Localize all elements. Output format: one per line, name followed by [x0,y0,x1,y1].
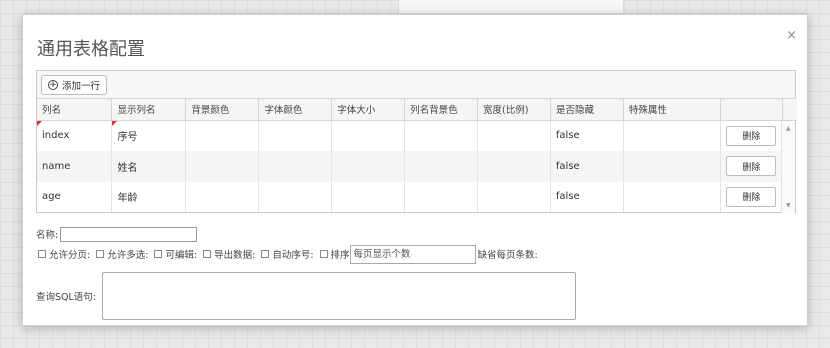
delete-row-button[interactable]: 删除 [726,156,777,177]
cell-font-size[interactable] [331,181,406,212]
table-row[interactable]: age 年龄 false 删除 [37,181,783,212]
checkbox[interactable] [38,250,46,258]
cell-display-name[interactable]: 年龄 [111,181,187,212]
cell-special[interactable] [623,151,722,182]
column-header[interactable]: 宽度(比例) [477,99,551,121]
table-config-dialog: 通用表格配置 × + 添加一行 列名 显示列名 背景颜色 字体颜色 字体大小 列… [22,14,808,326]
background-panel [398,0,624,14]
option-label: 自动序号: [272,250,314,261]
cell-background-color[interactable] [185,120,260,151]
column-header[interactable]: 列名 [37,99,113,121]
table-row[interactable]: name 姓名 false 删除 [37,151,783,182]
option-editable[interactable]: 可编辑: [152,247,197,261]
cell-special[interactable] [623,120,722,151]
column-header[interactable]: 显示列名 [111,99,187,121]
column-header[interactable]: 列名背景色 [404,99,479,121]
cell-font-color[interactable] [258,151,333,182]
option-label: 排序 [330,250,350,261]
scroll-up-icon[interactable]: ▲ [786,125,791,132]
cell-action: 删除 [720,181,783,212]
cell-display-name[interactable]: 姓名 [111,151,187,182]
cell-action: 删除 [720,120,783,151]
add-row-label: 添加一行 [62,81,101,92]
cell-font-color[interactable] [258,120,333,151]
column-header[interactable]: 是否隐藏 [550,99,624,121]
delete-row-button[interactable]: 删除 [726,186,777,207]
table-row[interactable]: index 序号 false 删除 [37,120,783,151]
dialog-title: 通用表格配置 [37,39,145,60]
delete-row-button[interactable]: 删除 [726,125,777,146]
option-auto-number[interactable]: 自动序号: [259,247,314,261]
cell-action: 删除 [720,151,783,182]
sql-label: 查询SQL语句: [36,292,97,303]
cell-header-bg[interactable] [404,181,478,212]
option-label: 允许分页: [49,250,91,261]
plus-circle-icon: + [48,79,58,90]
cell-width[interactable] [477,181,551,212]
grid-rows: index 序号 false 删除 name 姓名 false 删除 age 年… [37,120,783,212]
grid-toolbar: + 添加一行 [37,71,795,99]
grid-header: 列名 显示列名 背景颜色 字体颜色 字体大小 列名背景色 宽度(比例) 是否隐藏… [37,99,797,121]
column-header [720,99,784,121]
grid-body: index 序号 false 删除 name 姓名 false 删除 age 年… [37,120,795,213]
column-header[interactable]: 特殊属性 [623,99,722,121]
scroll-down-icon[interactable]: ▼ [786,202,791,209]
name-label: 名称: [36,230,59,241]
checkbox[interactable] [96,250,105,258]
option-export-data[interactable]: 导出数据: [201,247,255,261]
close-icon[interactable]: × [786,29,797,42]
column-header[interactable]: 字体大小 [331,99,406,121]
checkbox[interactable] [319,250,328,258]
option-label: 导出数据: [214,250,256,261]
cell-width[interactable] [477,120,551,151]
scroll-header-spacer [782,99,797,121]
name-input[interactable] [60,226,198,242]
cell-hidden[interactable]: false [550,120,624,151]
cell-font-size[interactable] [331,120,406,151]
checkbox[interactable] [261,250,270,258]
cell-header-bg[interactable] [404,120,478,151]
checkbox[interactable] [203,250,212,258]
option-allow-multiselect[interactable]: 允许多选: [94,247,148,261]
cell-header-bg[interactable] [404,151,478,182]
cell-background-color[interactable] [185,151,260,182]
checkbox[interactable] [154,250,163,258]
option-label: 可编辑: [165,250,198,261]
cell-column-name[interactable]: age [37,181,113,212]
cell-hidden[interactable]: false [550,181,624,212]
cell-column-name[interactable]: name [37,151,113,182]
cell-background-color[interactable] [185,181,260,212]
option-label: 允许多选: [107,250,149,261]
column-config-grid: + 添加一行 列名 显示列名 背景颜色 字体颜色 字体大小 列名背景色 宽度(比… [36,70,797,213]
table-settings-form: 名称: 允许分页: 允许多选: 可编辑: 导出数据: 自动序号: 排序 缺省 [36,225,577,320]
cell-display-name[interactable]: 序号 [111,120,187,151]
sql-textarea[interactable] [102,272,577,320]
cell-special[interactable] [623,181,722,212]
column-header[interactable]: 字体颜色 [258,99,333,121]
cell-width[interactable] [477,151,551,182]
cell-hidden[interactable]: false [550,151,624,182]
column-header[interactable]: 背景颜色 [185,99,260,121]
add-row-button[interactable]: + 添加一行 [41,75,108,95]
default-page-size-label: 缺省每页条数: [477,250,538,261]
option-allow-paging[interactable]: 允许分页: [36,247,90,261]
page-size-input[interactable] [349,244,476,264]
cell-column-name[interactable]: index [37,120,113,151]
cell-font-color[interactable] [258,181,333,212]
cell-font-size[interactable] [331,151,406,182]
option-sort[interactable]: 排序 [318,247,350,261]
vertical-scrollbar[interactable]: ▲ ▼ [781,120,795,213]
